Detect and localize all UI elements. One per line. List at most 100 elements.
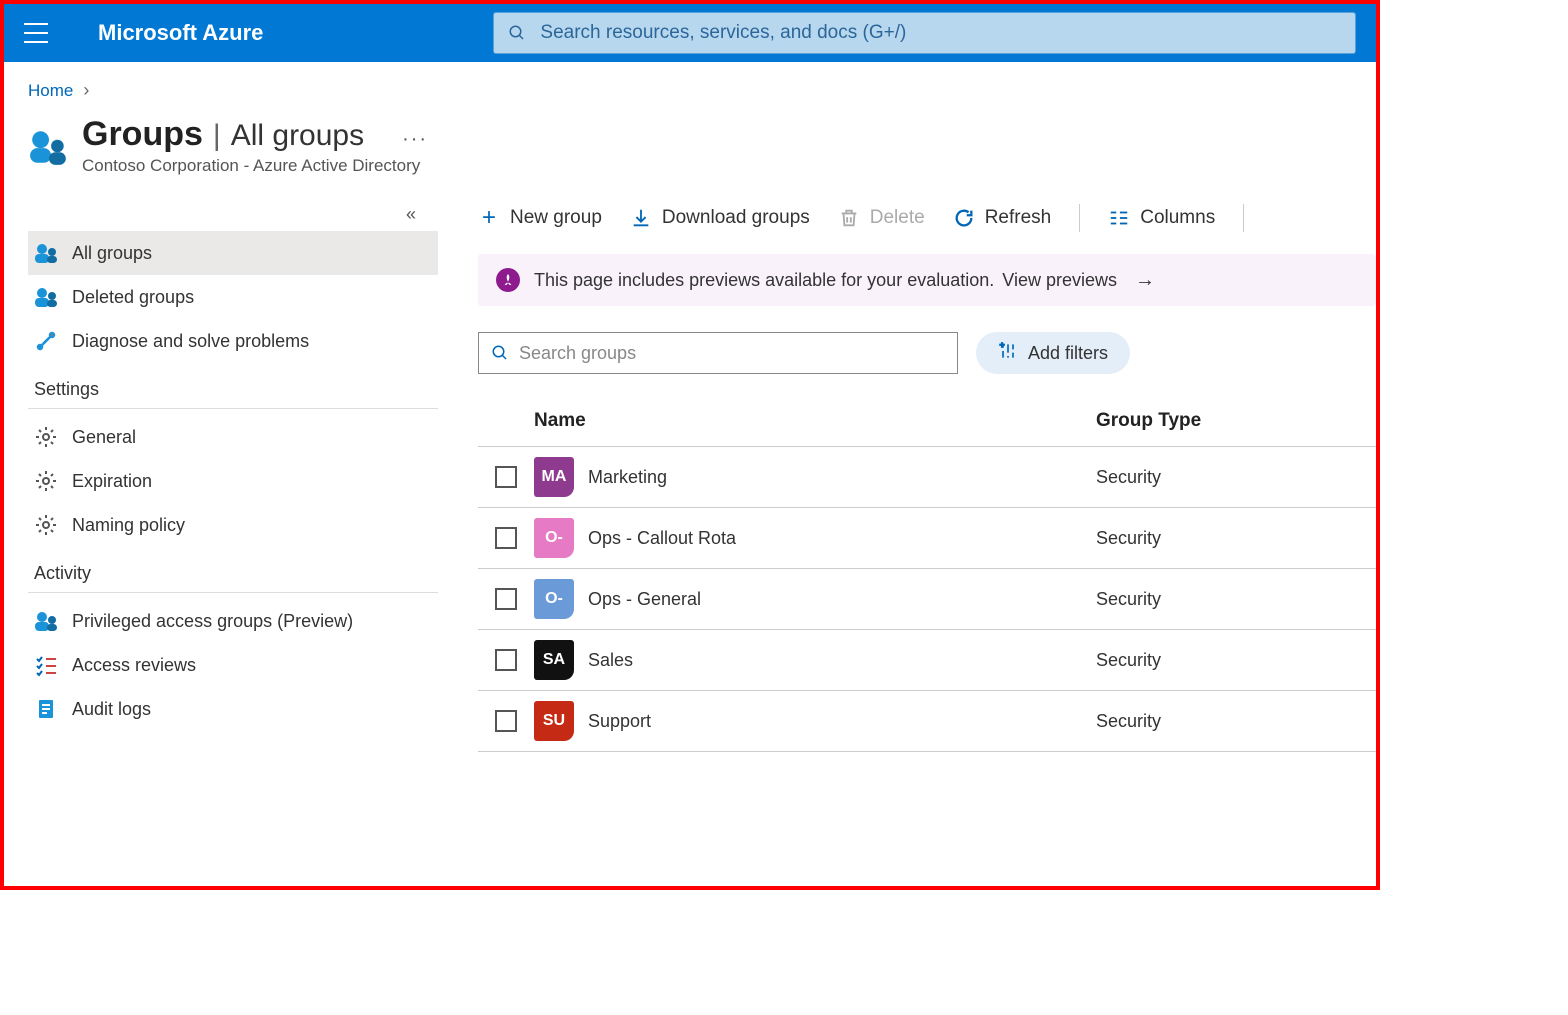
groups-icon (28, 125, 70, 167)
separator (1243, 204, 1244, 232)
page-title-main: Groups (82, 115, 203, 154)
sidebar-item-label: Privileged access groups (Preview) (72, 611, 353, 632)
group-name: Support (588, 711, 651, 732)
row-checkbox[interactable] (495, 588, 517, 610)
group-name: Marketing (588, 467, 667, 488)
sidebar-section-activity: Activity (28, 547, 438, 593)
refresh-button[interactable]: Refresh (953, 207, 1052, 229)
search-groups-input[interactable]: Search groups (478, 332, 958, 374)
people-icon (34, 241, 58, 265)
more-button[interactable]: ··· (402, 128, 428, 151)
sidebar-item-all-groups[interactable]: All groups (28, 231, 438, 275)
breadcrumb-home[interactable]: Home (28, 81, 73, 101)
search-icon (491, 344, 509, 362)
gear-icon (34, 513, 58, 537)
sidebar-item-general[interactable]: General (28, 415, 438, 459)
group-name: Sales (588, 650, 633, 671)
chevron-right-icon: › (83, 80, 89, 101)
delete-button: Delete (838, 207, 925, 229)
sidebar-item-label: Naming policy (72, 515, 185, 536)
search-groups-placeholder: Search groups (519, 343, 636, 364)
groups-table: Name Group Type MA Marketing Security O- Ops… (478, 396, 1376, 752)
checklist-icon (34, 653, 58, 677)
sidebar-item-privileged-access[interactable]: Privileged access groups (Preview) (28, 599, 438, 643)
page-subtitle: Contoso Corporation - Azure Active Direc… (82, 156, 428, 176)
sidebar-item-label: Audit logs (72, 699, 151, 720)
group-avatar: SA (534, 640, 574, 680)
sidebar-item-audit-logs[interactable]: Audit logs (28, 687, 438, 731)
columns-icon (1108, 207, 1130, 229)
table-row[interactable]: SA Sales Security (478, 629, 1376, 690)
table-header: Name Group Type (478, 396, 1376, 446)
hamburger-menu-icon[interactable] (24, 23, 48, 43)
row-checkbox[interactable] (495, 466, 517, 488)
sidebar-item-label: Expiration (72, 471, 152, 492)
people-icon (34, 609, 58, 633)
add-filters-button[interactable]: + Add filters (976, 332, 1130, 374)
collapse-sidebar-button[interactable]: « (28, 204, 438, 225)
table-row[interactable]: MA Marketing Security (478, 446, 1376, 507)
view-previews-link[interactable]: View previews (1002, 270, 1117, 291)
rocket-icon (496, 268, 520, 292)
arrow-right-icon[interactable]: → (1135, 269, 1155, 292)
sidebar-item-label: All groups (72, 243, 152, 264)
group-type: Security (1096, 528, 1376, 549)
group-type: Security (1096, 589, 1376, 610)
trash-icon (838, 207, 860, 229)
refresh-icon (953, 207, 975, 229)
row-checkbox[interactable] (495, 527, 517, 549)
row-checkbox[interactable] (495, 710, 517, 732)
table-row[interactable]: O- Ops - General Security (478, 568, 1376, 629)
sidebar-item-expiration[interactable]: Expiration (28, 459, 438, 503)
separator (1079, 204, 1080, 232)
group-type: Security (1096, 711, 1376, 732)
table-row[interactable]: SU Support Security (478, 690, 1376, 752)
gear-icon (34, 469, 58, 493)
group-avatar: O- (534, 518, 574, 558)
group-avatar: SU (534, 701, 574, 741)
sidebar-item-label: Diagnose and solve problems (72, 331, 309, 352)
sidebar-item-diagnose[interactable]: Diagnose and solve problems (28, 319, 438, 363)
row-checkbox[interactable] (495, 649, 517, 671)
svg-text:+: + (1000, 341, 1005, 350)
search-icon (508, 24, 526, 42)
breadcrumb: Home › (28, 80, 1376, 101)
global-search-placeholder: Search resources, services, and docs (G+… (540, 22, 906, 44)
download-icon (630, 207, 652, 229)
people-icon (34, 285, 58, 309)
main-content: + New group Download groups Delete Refre… (438, 204, 1376, 886)
sidebar-item-label: Deleted groups (72, 287, 194, 308)
gear-icon (34, 425, 58, 449)
group-type: Security (1096, 650, 1376, 671)
new-group-button[interactable]: + New group (478, 207, 602, 229)
sidebar-item-deleted-groups[interactable]: Deleted groups (28, 275, 438, 319)
brand-label: Microsoft Azure (98, 20, 263, 46)
banner-text: This page includes previews available fo… (534, 270, 994, 291)
column-type[interactable]: Group Type (1096, 410, 1376, 432)
global-search-input[interactable]: Search resources, services, and docs (G+… (493, 12, 1356, 54)
topbar: Microsoft Azure Search resources, servic… (4, 4, 1376, 62)
column-name[interactable]: Name (534, 410, 1096, 432)
columns-button[interactable]: Columns (1108, 207, 1215, 229)
page-title-row: Groups | All groups ··· Contoso Corporat… (28, 115, 1376, 176)
sidebar-section-settings: Settings (28, 363, 438, 409)
sidebar-item-label: Access reviews (72, 655, 196, 676)
sidebar-item-label: General (72, 427, 136, 448)
group-type: Security (1096, 467, 1376, 488)
sidebar: « All groups Deleted groups Diagnose and… (28, 204, 438, 886)
download-groups-button[interactable]: Download groups (630, 207, 810, 229)
filter-icon: + (998, 341, 1018, 366)
plus-icon: + (478, 207, 500, 229)
filter-row: Search groups + Add filters (478, 332, 1376, 374)
table-row[interactable]: O- Ops - Callout Rota Security (478, 507, 1376, 568)
group-avatar: MA (534, 457, 574, 497)
log-icon (34, 697, 58, 721)
toolbar: + New group Download groups Delete Refre… (478, 204, 1376, 232)
group-name: Ops - General (588, 589, 701, 610)
preview-banner: This page includes previews available fo… (478, 254, 1376, 306)
tools-icon (34, 329, 58, 353)
group-avatar: O- (534, 579, 574, 619)
sidebar-item-naming-policy[interactable]: Naming policy (28, 503, 438, 547)
sidebar-item-access-reviews[interactable]: Access reviews (28, 643, 438, 687)
group-name: Ops - Callout Rota (588, 528, 736, 549)
